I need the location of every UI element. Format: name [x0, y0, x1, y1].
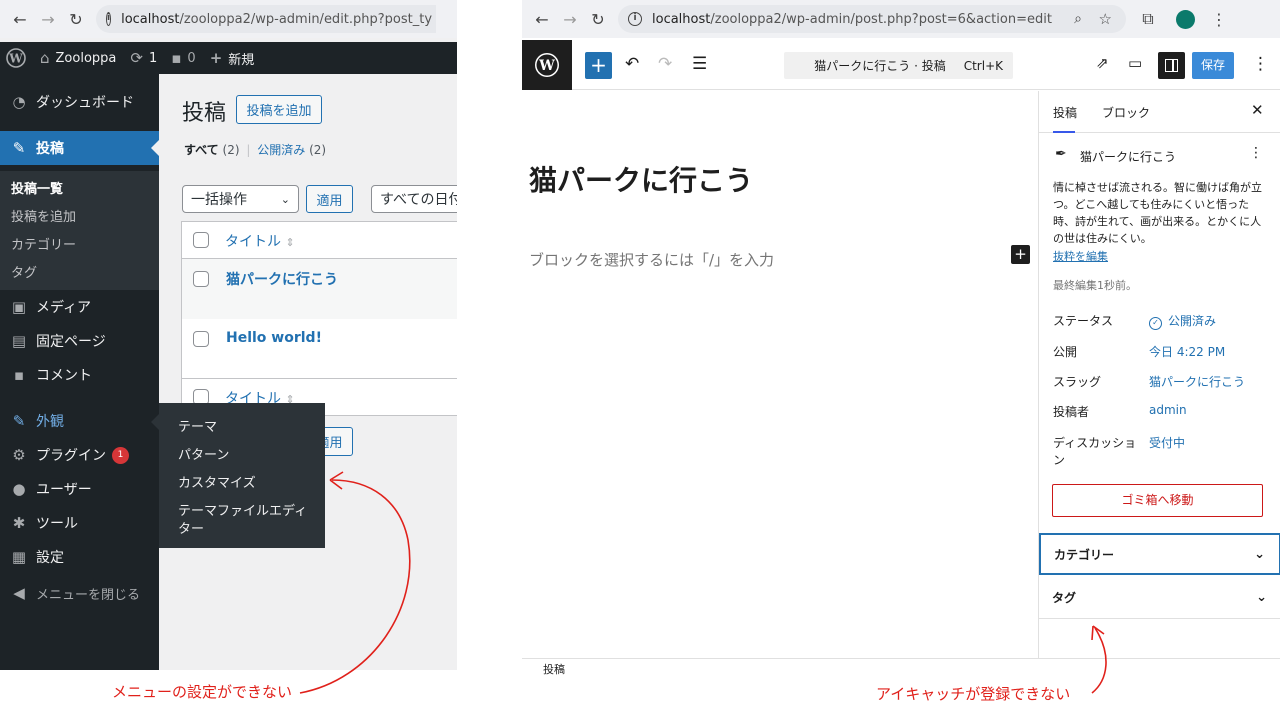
right-annotation-arrow: [1091, 627, 1107, 694]
right-annotation-text: アイキャッチが登録できない: [876, 685, 1071, 703]
annotation-arrows: [299, 471, 1107, 694]
left-annotation-arrow: [299, 479, 411, 694]
left-annotation-text: メニューの設定ができない: [112, 683, 293, 701]
